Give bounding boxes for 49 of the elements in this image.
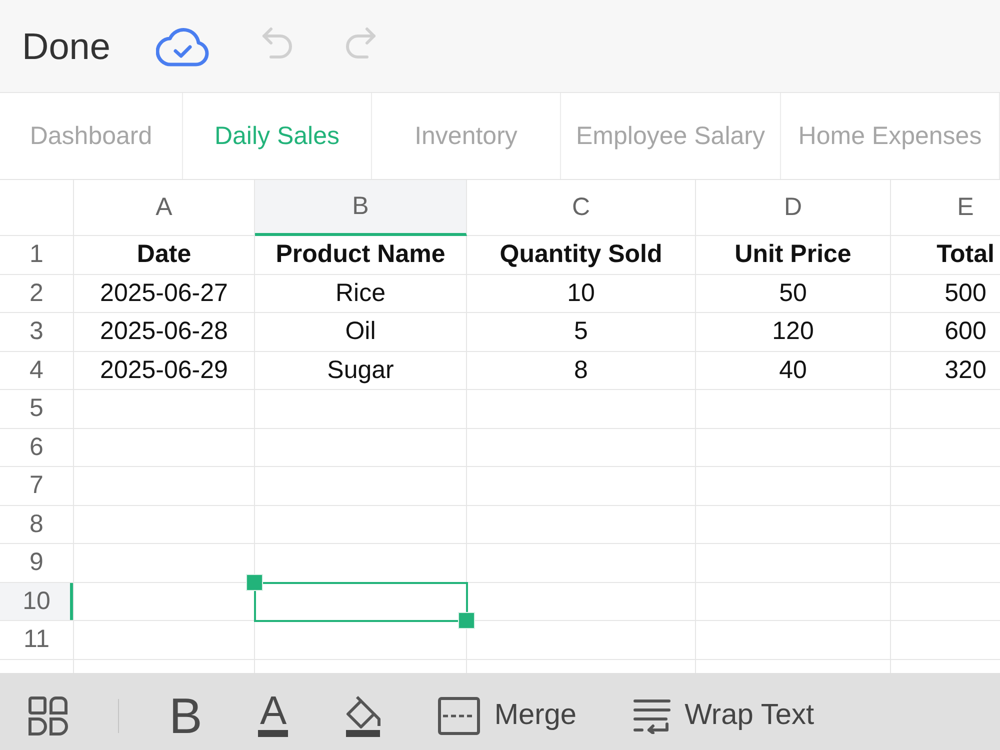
row-header[interactable]: 3 [0,313,74,352]
table-cell: 320 [891,352,1000,390]
row-header[interactable]: 2 [0,274,74,313]
row-header[interactable]: 1 [0,236,74,274]
table-cell: Oil [255,313,467,352]
column-header[interactable]: B [255,180,467,236]
merge-cells-icon [438,696,480,734]
selection-handle-icon[interactable] [458,612,475,629]
corner-cell[interactable] [0,180,74,236]
column-title: Date [74,236,255,274]
column-header[interactable]: A [74,180,255,236]
table-cell: 10 [467,274,696,313]
row-header[interactable]: 5 [0,390,74,428]
wrap-text-icon [632,698,671,734]
column-title: Product Name [255,236,467,274]
column-header[interactable]: C [467,180,696,236]
selected-cell[interactable] [255,582,467,621]
row-header[interactable]: 6 [0,428,74,467]
column-title: Quantity Sold [467,236,696,274]
color-swatch-icon [258,730,288,737]
table-cell: 2025-06-27 [74,274,255,313]
table-cell: 5 [467,313,696,352]
column-header[interactable]: D [696,180,891,236]
selection-handle-icon[interactable] [246,574,263,590]
table-cell: Sugar [255,352,467,390]
row-header[interactable]: 4 [0,352,74,390]
bold-button[interactable]: B [169,690,202,740]
paint-bucket-icon[interactable] [344,694,382,736]
table-cell: Rice [255,274,467,313]
column-title: Unit Price [696,236,891,274]
row-header[interactable]: 7 [0,467,74,506]
row-header[interactable]: 10 [0,582,74,621]
font-color-button[interactable]: A [258,694,288,737]
merge-button[interactable]: Merge [438,696,577,734]
table-cell: 50 [696,274,891,313]
panels-icon[interactable] [28,696,68,736]
row-header[interactable]: 8 [0,506,74,544]
column-title: Total [891,236,1000,274]
table-cell: 500 [891,274,1000,313]
table-cell: 2025-06-28 [74,313,255,352]
table-cell: 120 [696,313,891,352]
table-cell: 600 [891,313,1000,352]
table-cell: 8 [467,352,696,390]
table-cell: 2025-06-29 [74,352,255,390]
table-cell: 40 [696,352,891,390]
done-button[interactable]: Done [22,28,110,64]
wrap-text-button[interactable]: Wrap Text [632,698,814,734]
row-header[interactable]: 11 [0,621,74,660]
row-header[interactable]: 9 [0,544,74,582]
